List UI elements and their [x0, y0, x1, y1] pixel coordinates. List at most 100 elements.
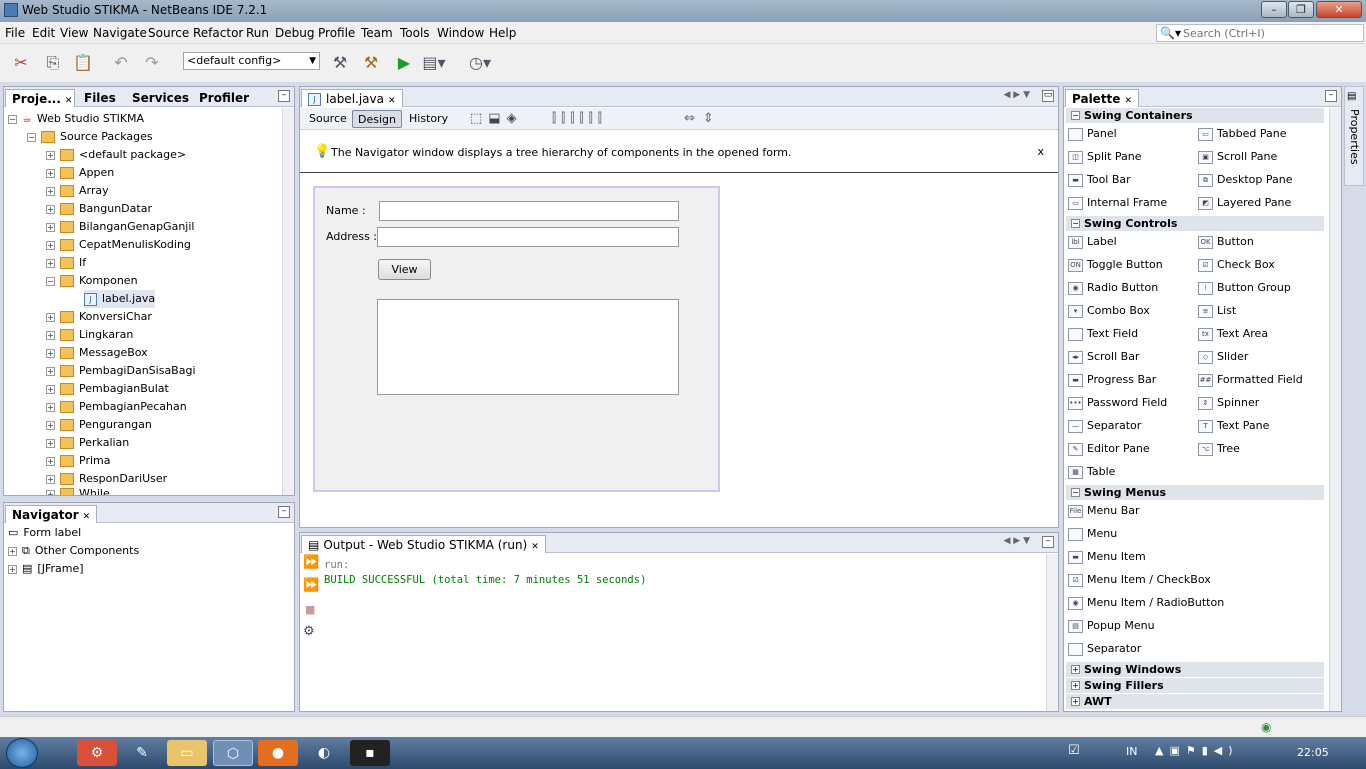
tab-scroll-icon[interactable]: ◀ ▶ ▼	[1004, 90, 1031, 100]
tab-profiler[interactable]: Profiler	[193, 89, 255, 107]
menu-navigate[interactable]: Navigate	[93, 26, 147, 40]
palette-item-internal-frame[interactable]: ▭ Internal Frame	[1068, 194, 1167, 212]
palette-item-layered-pane[interactable]: ◩ Layered Pane	[1198, 194, 1291, 212]
menu-debug[interactable]: Debug	[275, 26, 314, 40]
source-mode-button[interactable]: Source	[304, 110, 352, 128]
name-label[interactable]: Name :	[326, 204, 366, 217]
run-icon[interactable]: ▶	[392, 52, 416, 74]
properties-side-tab[interactable]: ▤ Properties	[1344, 86, 1364, 186]
palette-item-progress-bar[interactable]: ▬ Progress Bar	[1068, 371, 1156, 389]
tree-package[interactable]: + <default package>	[46, 146, 186, 164]
menu-team[interactable]: Team	[361, 26, 393, 40]
tree-package[interactable]: + BangunDatar	[46, 200, 152, 218]
align-icon[interactable]: ⫿⫿⫿⫿⫿⫿	[552, 111, 607, 126]
tab-services[interactable]: Services	[126, 89, 195, 107]
nav-jframe[interactable]: + ▤ [JFrame]	[8, 560, 84, 578]
taskbar-firefox-icon[interactable]: ●	[258, 740, 298, 766]
minimize-panel-icon[interactable]: –	[1325, 90, 1337, 102]
tab-scroll-icon[interactable]: ◀ ▶ ▼	[1004, 536, 1031, 546]
palette-item-button-group[interactable]: ⁞ Button Group	[1198, 279, 1291, 297]
palette-item-menu[interactable]: Menu	[1068, 525, 1117, 543]
palette-category-menus[interactable]: − Swing Menus	[1066, 485, 1324, 500]
stop-icon[interactable]: ■	[305, 603, 315, 616]
menu-tools[interactable]: Tools	[400, 26, 430, 40]
palette-item-menu-item[interactable]: ▬ Menu Item	[1068, 548, 1146, 566]
tree-package[interactable]: + Pengurangan	[46, 416, 152, 434]
output-scrollbar[interactable]	[1046, 554, 1058, 711]
name-text-field[interactable]	[379, 201, 679, 221]
palette-scrollbar[interactable]	[1329, 108, 1341, 711]
rerun-with-options-icon[interactable]: ⏩	[303, 578, 319, 593]
palette-item-tabbed-pane[interactable]: ▭ Tabbed Pane	[1198, 125, 1286, 143]
copy-icon[interactable]: ⎘	[41, 52, 65, 74]
tree-package[interactable]: + If	[46, 254, 86, 272]
tree-package[interactable]: + PembagianPecahan	[46, 398, 187, 416]
selection-mode-icon[interactable]: ⬚⬓◈	[470, 111, 523, 126]
menu-edit[interactable]: Edit	[32, 26, 55, 40]
resize-icon[interactable]: ⇔⇕	[684, 111, 722, 126]
tree-package[interactable]: + While	[46, 485, 110, 495]
address-label[interactable]: Address :	[326, 230, 377, 243]
menu-refactor[interactable]: Refactor	[193, 26, 243, 40]
palette-category-controls[interactable]: − Swing Controls	[1066, 216, 1324, 231]
search-input[interactable]	[1183, 26, 1359, 40]
palette-item-text-area[interactable]: tx Text Area	[1198, 325, 1268, 343]
tab-navigator[interactable]: Navigator ✕	[5, 505, 98, 523]
palette-item-menu-separator[interactable]: Separator	[1068, 640, 1141, 658]
language-indicator[interactable]: IN	[1126, 745, 1137, 758]
tab-files[interactable]: Files	[78, 89, 122, 107]
palette-item-split-pane[interactable]: ◫ Split Pane	[1068, 148, 1142, 166]
taskbar-cmd-icon[interactable]: ▪	[350, 740, 390, 766]
undo-icon[interactable]: ↶	[109, 52, 133, 74]
jframe-preview[interactable]: Name : Address : View	[313, 186, 720, 492]
palette-item-editor-pane[interactable]: ✎ Editor Pane	[1068, 440, 1150, 458]
tree-package[interactable]: + BilanganGenapGanjil	[46, 218, 194, 236]
close-window-button[interactable]: ✕	[1316, 1, 1362, 18]
palette-item-tree[interactable]: ⌥ Tree	[1198, 440, 1240, 458]
tree-package[interactable]: + PembagianBulat	[46, 380, 169, 398]
menu-source[interactable]: Source	[148, 26, 189, 40]
history-mode-button[interactable]: History	[404, 110, 453, 128]
projects-scrollbar[interactable]	[282, 108, 294, 495]
clock[interactable]: 22:05	[1297, 746, 1329, 759]
tree-file-label-java[interactable]: Jlabel.java	[84, 290, 156, 308]
menu-run[interactable]: Run	[246, 26, 269, 40]
palette-item-password-field[interactable]: ••• Password Field	[1068, 394, 1167, 412]
palette-item-desktop-pane[interactable]: ⧉ Desktop Pane	[1198, 171, 1292, 189]
palette-item-spinner[interactable]: ⇕ Spinner	[1198, 394, 1259, 412]
tab-output[interactable]: ▤ Output - Web Studio STIKMA (run) ✕	[301, 535, 546, 553]
tab-projects[interactable]: Proje... ✕	[5, 89, 75, 107]
palette-item-tool-bar[interactable]: ▬ Tool Bar	[1068, 171, 1131, 189]
taskbar-app-icon[interactable]: ◐	[304, 740, 344, 766]
palette-item-radio-button[interactable]: ◉ Radio Button	[1068, 279, 1158, 297]
config-dropdown[interactable]: <default config> ▼	[183, 52, 320, 70]
tree-package[interactable]: + Prima	[46, 452, 110, 470]
tab-palette[interactable]: Palette ✕	[1065, 89, 1139, 107]
palette-item-scroll-pane[interactable]: ▣ Scroll Pane	[1198, 148, 1277, 166]
palette-item-menu-bar[interactable]: File Menu Bar	[1068, 502, 1140, 520]
update-icon[interactable]: ◉	[1261, 720, 1271, 734]
tree-source-packages[interactable]: − Source Packages	[27, 128, 153, 146]
tree-package[interactable]: + Lingkaran	[46, 326, 133, 344]
menu-profile[interactable]: Profile	[318, 26, 355, 40]
palette-category-windows[interactable]: + Swing Windows	[1066, 662, 1324, 677]
menu-help[interactable]: Help	[489, 26, 516, 40]
text-area[interactable]	[377, 299, 679, 395]
minimize-panel-icon[interactable]: –	[278, 506, 290, 518]
tree-package[interactable]: + CepatMenulisKoding	[46, 236, 191, 254]
tree-package[interactable]: + Appen	[46, 164, 114, 182]
build-hammer-icon[interactable]: ⚒	[328, 52, 352, 74]
design-mode-button[interactable]: Design	[352, 110, 402, 128]
debug-icon[interactable]: ▤▾	[422, 52, 446, 74]
search-box[interactable]: 🔍▾	[1156, 24, 1364, 42]
palette-item-menu-item-radiobutton[interactable]: ◉ Menu Item / RadioButton	[1068, 594, 1224, 612]
palette-item-popup-menu[interactable]: ▤ Popup Menu	[1068, 617, 1155, 635]
tree-package[interactable]: + MessageBox	[46, 344, 148, 362]
tree-package[interactable]: − Komponen	[46, 272, 138, 290]
profile-icon[interactable]: ◷▾	[462, 52, 498, 74]
tree-package[interactable]: + PembagiDanSisaBagi	[46, 362, 196, 380]
palette-category-fillers[interactable]: + Swing Fillers	[1066, 678, 1324, 693]
redo-icon[interactable]: ↷	[140, 52, 164, 74]
palette-item-formatted-field[interactable]: ## Formatted Field	[1198, 371, 1303, 389]
minimize-button[interactable]: –	[1261, 1, 1287, 18]
